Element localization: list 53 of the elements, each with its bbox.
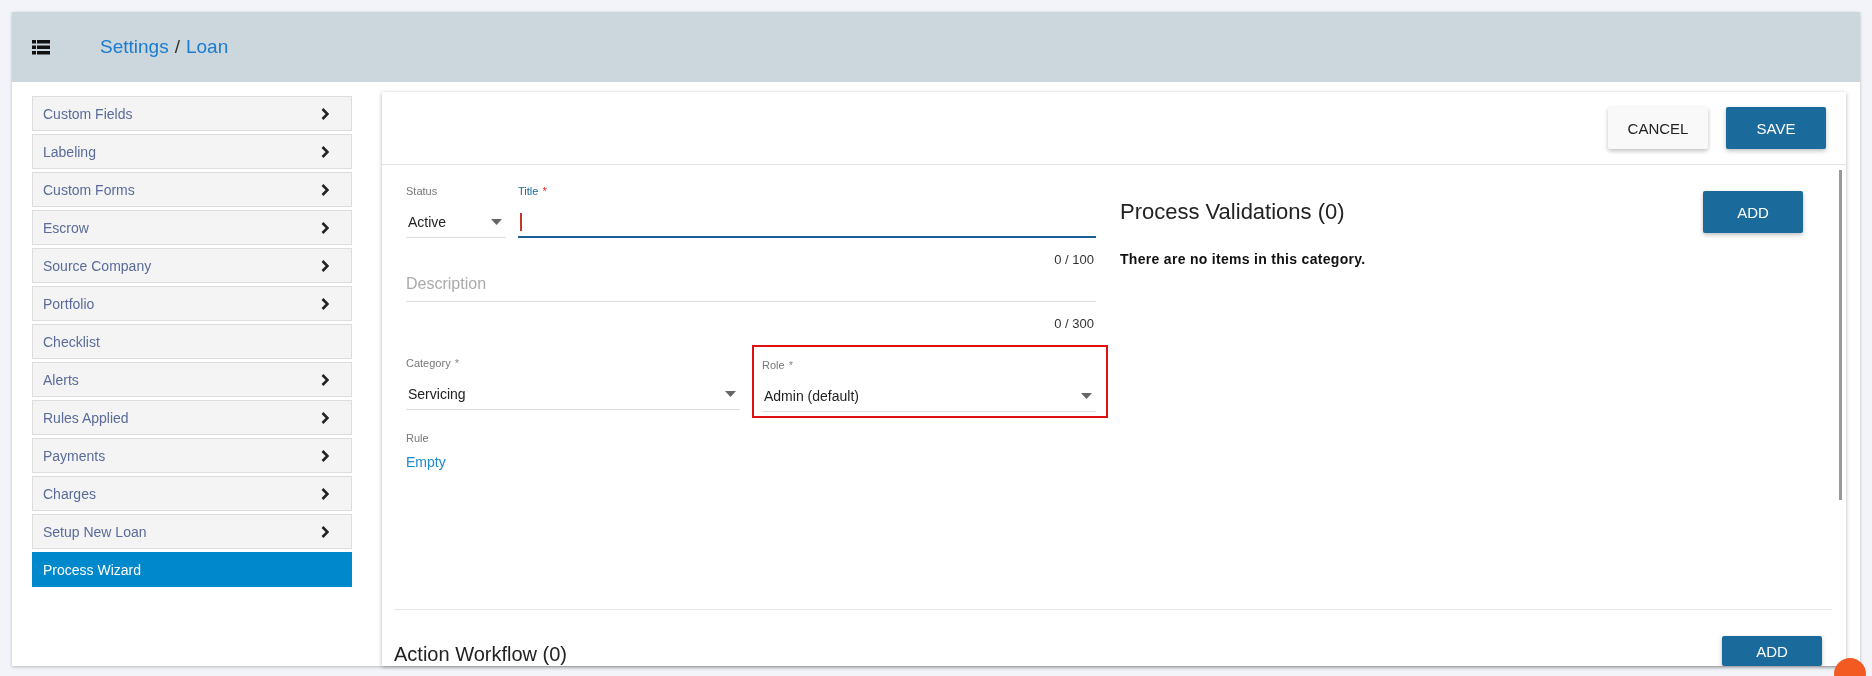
scrollbar[interactable] (1839, 170, 1842, 500)
field-label: Category (406, 357, 451, 369)
field-label: Status (406, 185, 439, 197)
breadcrumb-link[interactable]: Loan (185, 36, 229, 58)
sidebar-item[interactable]: Checklist (32, 324, 352, 359)
list-menu-icon[interactable] (32, 39, 50, 55)
cancel-button[interactable]: CANCEL (1608, 107, 1708, 149)
chevron-right-icon (321, 221, 329, 234)
sidebar-item[interactable]: Setup New Loan (32, 514, 352, 549)
field-label: Title (518, 185, 539, 197)
sidebar-item[interactable]: Escrow (32, 210, 352, 245)
field-label: Role (762, 359, 785, 371)
sidebar-item[interactable]: Payments (32, 438, 352, 473)
sidebar-item[interactable]: Source Company (32, 248, 352, 283)
character-counter: 0 / 300 (1054, 316, 1094, 331)
dropdown-caret-icon (491, 219, 502, 225)
character-counter: 0 / 100 (1054, 252, 1094, 267)
sidebar-item[interactable]: Charges (32, 476, 352, 511)
chevron-right-icon (321, 107, 329, 120)
empty-message: There are no items in this category. (1120, 251, 1367, 267)
required-mark: * (788, 359, 793, 371)
sidebar-item[interactable]: Alerts (32, 362, 352, 397)
category-select[interactable]: Servicing (406, 379, 740, 410)
add-button[interactable]: ADD (1703, 191, 1803, 233)
breadcrumb-separator: / (174, 36, 180, 58)
role-select[interactable]: Admin (default) (762, 381, 1096, 412)
status-select[interactable]: Active (406, 207, 506, 238)
section-title: Action Workflow (0) (394, 643, 567, 666)
chevron-right-icon (321, 259, 329, 272)
dropdown-caret-icon (1081, 393, 1092, 399)
add-button[interactable]: ADD (1722, 636, 1822, 666)
chevron-right-icon (321, 183, 329, 196)
save-button[interactable]: SAVE (1726, 107, 1826, 149)
chevron-right-icon (321, 449, 329, 462)
sidebar-item[interactable]: Rules Applied (32, 400, 352, 435)
required-mark: * (542, 185, 547, 197)
chevron-right-icon (321, 411, 329, 424)
field-label: Rule (406, 432, 430, 444)
breadcrumb-link[interactable]: Settings (100, 36, 169, 58)
section-title: Process Validations (0) (1120, 199, 1345, 225)
sidebar-item[interactable]: Portfolio (32, 286, 352, 321)
sidebar-item[interactable]: Process Wizard (32, 552, 352, 587)
chevron-right-icon (321, 487, 329, 500)
required-mark: * (454, 357, 459, 369)
chevron-right-icon (321, 297, 329, 310)
sidebar-item[interactable]: Custom Forms (32, 172, 352, 207)
dropdown-caret-icon (725, 391, 736, 397)
chevron-right-icon (321, 525, 329, 538)
chevron-right-icon (321, 373, 329, 386)
rule-link[interactable]: Empty (406, 454, 1096, 470)
sidebar-item[interactable]: Custom Fields (32, 96, 352, 131)
sidebar-item[interactable]: Labeling (32, 134, 352, 169)
chevron-right-icon (321, 145, 329, 158)
